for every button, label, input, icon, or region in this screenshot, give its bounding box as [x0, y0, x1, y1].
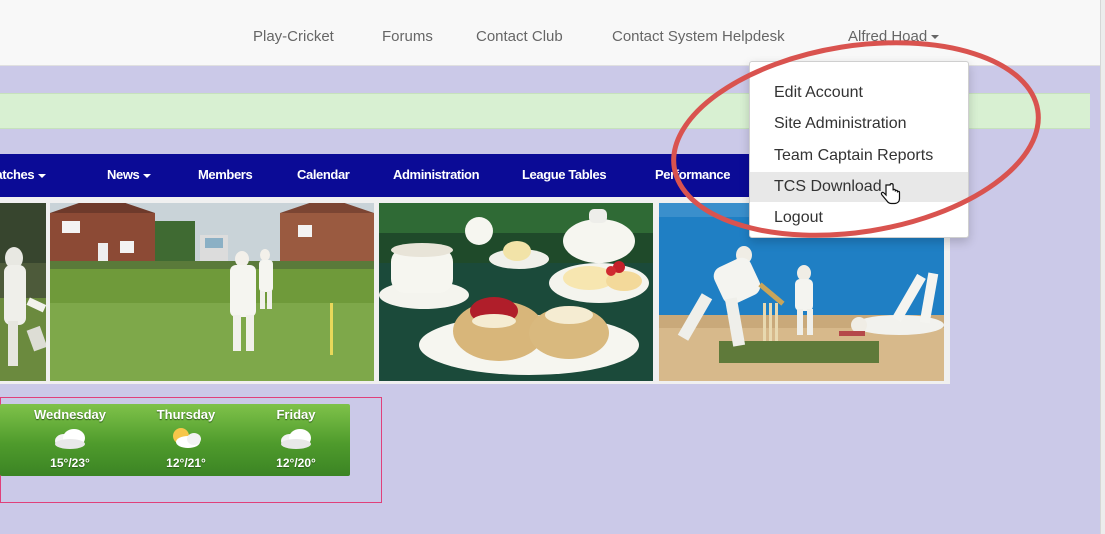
weather-day-name: Wednesday: [33, 407, 106, 422]
forums-link[interactable]: Forums: [382, 28, 433, 45]
menu-edit-account[interactable]: Edit Account: [750, 78, 968, 108]
nav-administration[interactable]: Administration: [393, 167, 480, 182]
nav-matches-label: Matches: [0, 167, 35, 182]
nav-news-label: News: [107, 167, 140, 182]
caret-down-icon: [143, 173, 152, 178]
caret-down-icon: [931, 35, 940, 40]
caret-down-icon: [38, 173, 47, 178]
menu-site-administration[interactable]: Site Administration: [750, 109, 968, 139]
nav-calendar[interactable]: Calendar: [297, 167, 350, 182]
photo-bowler: [0, 203, 46, 381]
nav-matches[interactable]: Matches: [0, 167, 47, 182]
user-menu-toggle[interactable]: Alfred Hoad: [848, 28, 940, 45]
weather-day-name: Thursday: [156, 407, 216, 422]
weather-day-wednesday: Wednesday 15°/23°: [27, 404, 113, 476]
weather-temp: 12°/20°: [276, 456, 316, 470]
menu-team-captain-reports[interactable]: Team Captain Reports: [750, 141, 968, 171]
weather-day-name: Friday: [276, 407, 316, 422]
nav-news[interactable]: News: [107, 167, 152, 182]
weather-day-thursday: Thursday 12°/21°: [143, 404, 229, 476]
nav-members[interactable]: Members: [198, 167, 253, 182]
user-name: Alfred Hoad: [848, 28, 928, 45]
weather-temp: 15°/23°: [50, 456, 90, 470]
play-cricket-link[interactable]: Play-Cricket: [253, 28, 334, 45]
window-edge: [1100, 0, 1105, 534]
cloud-icon: [55, 429, 85, 449]
nav-performance[interactable]: Performance: [655, 167, 730, 182]
contact-helpdesk-link[interactable]: Contact System Helpdesk: [612, 28, 785, 45]
nav-league-tables[interactable]: League Tables: [522, 167, 607, 182]
contact-club-link[interactable]: Contact Club: [476, 28, 563, 45]
top-navbar: Play-Cricket Forums Contact Club Contact…: [0, 0, 1100, 66]
weather-day-friday: Friday 12°/20°: [253, 404, 339, 476]
sun-cloud-icon: [173, 428, 201, 448]
photo-village-cricket: [50, 203, 374, 381]
menu-logout[interactable]: Logout: [750, 203, 968, 233]
user-dropdown-menu: Edit Account Site Administration Team Ca…: [749, 61, 969, 238]
menu-tcs-download[interactable]: TCS Download: [750, 172, 968, 202]
photo-cream-tea: [379, 203, 653, 381]
cloud-icon: [281, 429, 311, 449]
weather-temp: 12°/21°: [166, 456, 206, 470]
